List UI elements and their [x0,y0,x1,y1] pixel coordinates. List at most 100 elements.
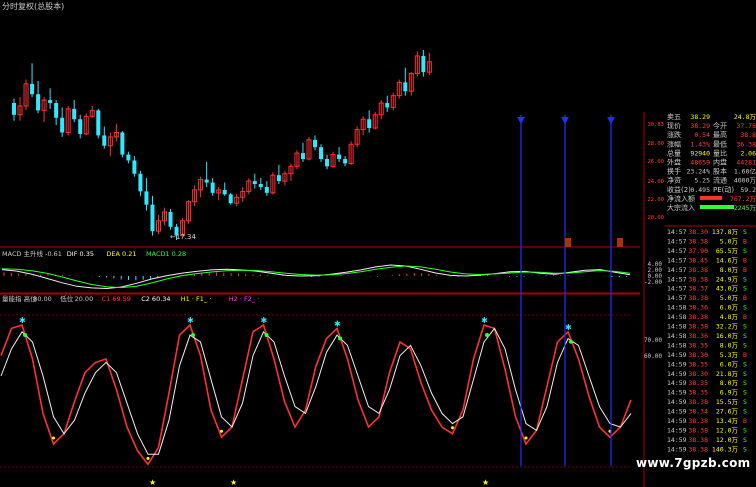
tick-row: 14:57 38.45 14.6万 B [667,256,747,264]
watermark: www.7gpzb.com [636,456,751,470]
tick-side: B [743,313,747,321]
trough-dot [451,426,454,430]
indicator-label: C1 69.59 [102,295,131,303]
quote-value: 38.29 [690,113,710,121]
tick-time: 14:57 [667,228,687,236]
indicator-label: H1 · F1_ · [181,295,211,303]
tick-price: 38.38 [688,417,708,425]
tick-volume: 27.6万 [716,408,739,416]
quote-axis-tick: 30.83 [647,122,664,128]
tick-time: 14:59 [667,398,687,406]
quote-label: 换手 [667,167,681,176]
indicator-label: DEA 0.21 [106,250,136,258]
quote-value: -2245万 [730,204,756,212]
trough-dot [146,456,150,460]
tick-side: S [743,341,747,349]
candle-body [120,132,125,155]
trading-terminal: 分时复权(总股本) ←17.34 MACD 主升线 -0.61 DIF 0.35 D… [0,0,756,487]
candle-body [367,119,372,129]
tick-price: 38.35 [688,360,708,368]
tick-price: 38.38 [688,445,708,453]
candle-body [204,179,209,183]
tick-time: 14:59 [667,417,687,425]
tick-row: 14:58 38.36 16.0万 S [667,332,747,340]
tick-row: 14:57 38.38 5.0万 B [667,237,747,245]
tick-price: 38.38 [688,436,708,444]
tick-volume: 8.0万 [720,341,739,349]
tick-time: 14:59 [667,426,687,434]
trough-dot [524,436,528,440]
quote-value: 1.60亿 [734,167,756,176]
tick-row: 14:59 38.38 13.4万 B [667,417,747,425]
tick-volume: 8.0万 [720,379,739,387]
candle-body [30,83,35,95]
quote-label: 最低 [713,139,727,148]
quote-label: 涨幅 [667,139,681,148]
tick-price: 38.35 [688,341,708,349]
tick-volume: 4.8万 [720,313,739,321]
indicator-label: H2 · F2_ · [229,295,259,303]
tick-time: 14:59 [667,389,687,397]
candle-body [276,175,281,182]
tick-volume: 65.5万 [716,247,739,255]
tick-volume: 8.0万 [720,266,739,274]
quote-axis-tick: 24.00 [647,179,664,185]
tick-list[interactable]: 14:57 38.30 137.8万 S14:57 38.38 5.0万 B14:57 37.… [667,228,747,453]
tick-price: 37.90 [688,247,708,255]
candle-body [168,212,173,227]
tick-side: S [743,398,747,406]
quote-label: 大宗流入 [667,203,695,212]
quote-value: 38.8 [740,131,756,139]
quote-value: 5.25 [694,177,710,185]
tick-volume: 43.0万 [716,285,739,293]
macd-y-axis: 4.002.000.00-2.00 [644,261,662,286]
tick-price: 38.30 [688,228,708,236]
quote-value: 44281 [736,159,756,167]
candle-body [60,117,65,133]
tick-volume: 12.0万 [716,426,739,434]
quote-value: 1.43% [690,140,710,148]
tick-side: S [743,445,747,453]
candle-body [138,173,143,192]
tick-row: 14:59 38.35 6.0万 S [667,360,747,368]
quote-label: 现价 [667,122,681,130]
quote-label: 净流入额 [667,194,695,203]
candle-body [403,82,408,92]
tick-price: 38.36 [688,304,708,312]
tick-row: 14:59 38.38 15.5万 S [667,398,747,406]
tick-time: 14:57 [667,275,687,283]
candle-body [54,103,59,118]
candle-body [222,189,227,195]
tick-time: 14:59 [667,445,687,453]
candle-body [325,158,330,167]
tick-time: 14:59 [667,436,687,444]
indicator-label: MACD 主升线 -0.61 [2,249,62,258]
candle-body [72,108,77,120]
trough-dot [220,429,223,433]
quote-label: 今开 [713,121,727,130]
tick-price: 38.38 [688,266,708,274]
tick-volume: 5.3万 [720,351,739,359]
tick-row: 14:59 38.34 27.6万 S [667,408,747,416]
peak-dot [23,333,27,337]
block-flow-bar [700,205,734,209]
indicator-label: MACD1 0.28 [146,250,186,258]
tick-volume: 137.8万 [712,228,739,236]
tick-time: 14:58 [667,332,687,340]
tick-volume: 13.4万 [716,417,739,425]
tick-side: S [743,332,747,340]
candle-body [96,110,101,136]
tick-side: S [743,228,747,236]
candle-body [300,153,305,159]
indicator-label: C2 60.34 [141,295,170,303]
tick-row: 14:58 38.36 6.0万 S [667,304,747,312]
quote-value: 37.78 [736,122,756,130]
tick-volume: 12.0万 [716,436,739,444]
tick-side: S [743,408,747,416]
quote-label: 外盘 [667,158,681,167]
quote-value: 4000万 [734,177,756,185]
candle-body [144,191,149,205]
quote-value: 0.495 [690,186,710,194]
quote-value: 767.2万 [730,195,756,203]
candle-body [252,181,257,185]
